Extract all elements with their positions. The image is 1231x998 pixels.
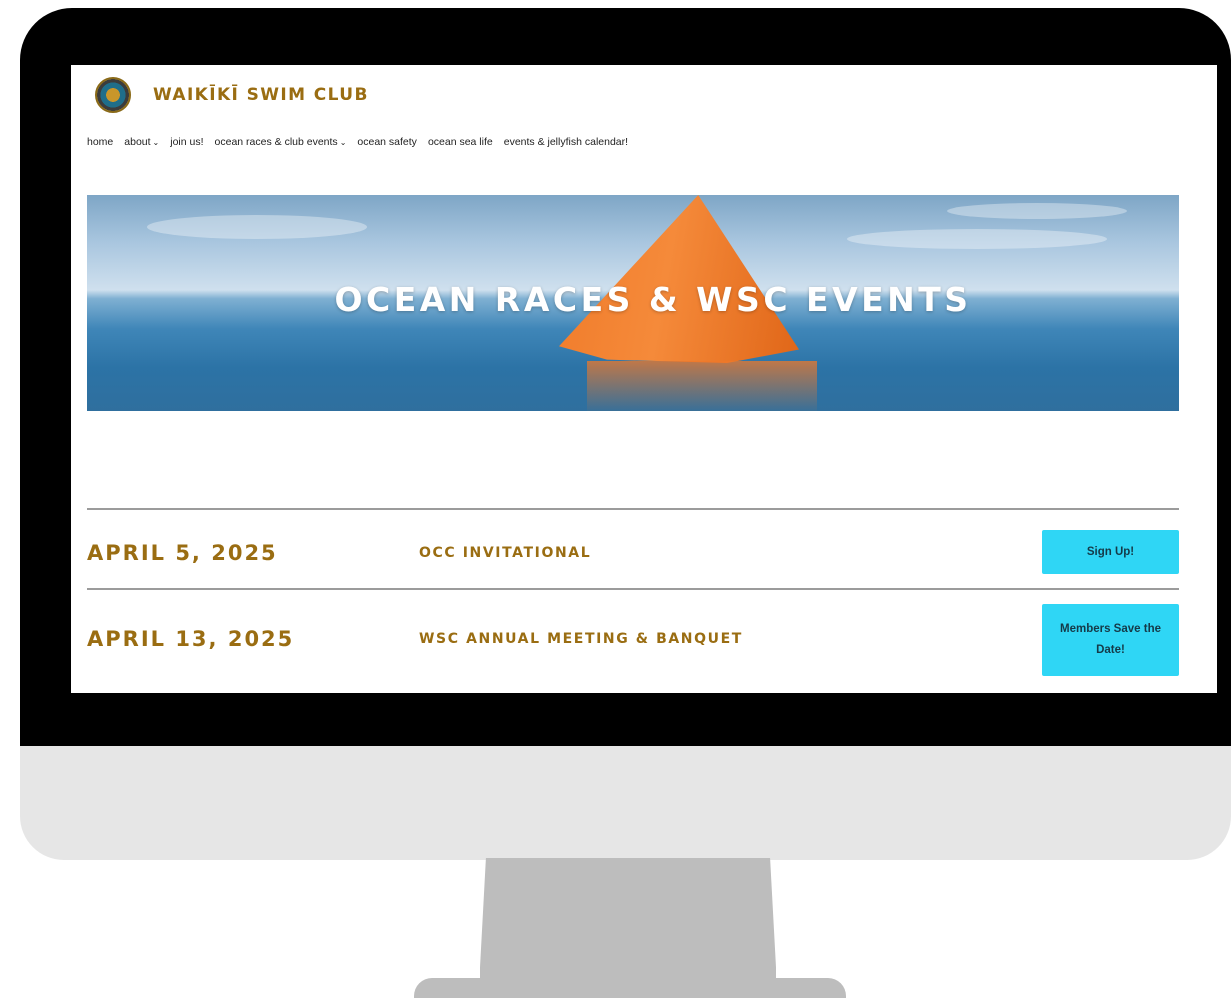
nav-item-label: home [87, 136, 114, 148]
club-logo-icon[interactable] [95, 77, 131, 113]
monitor-chin [20, 746, 1231, 860]
hero-banner: OCEAN RACES & WSC EVENTS [87, 195, 1179, 411]
chevron-down-icon: ⌄ [152, 138, 160, 147]
hero-cloud [947, 203, 1127, 219]
nav-item-ocean-safety[interactable]: ocean safety [357, 136, 417, 148]
nav-item-label: ocean safety [357, 136, 417, 148]
event-date: APRIL 13, 2025 [87, 627, 295, 651]
nav-item-label: join us! [170, 136, 204, 148]
nav-item-calendar[interactable]: events & jellyfish calendar! [504, 136, 628, 148]
site-header: WAIKĪKĪ SWIM CLUB [95, 77, 369, 113]
buoy-image [559, 195, 799, 363]
hero-title: OCEAN RACES & WSC EVENTS [334, 280, 972, 319]
nav-item-ocean-sea-life[interactable]: ocean sea life [428, 136, 493, 148]
nav-item-about[interactable]: about ⌄ [124, 136, 159, 148]
site-title[interactable]: WAIKĪKĪ SWIM CLUB [153, 85, 369, 105]
monitor-stand [480, 858, 776, 998]
main-nav: home about ⌄ join us! ocean races & club … [87, 136, 628, 148]
nav-item-label: ocean sea life [427, 136, 493, 148]
monitor-screen: WAIKĪKĪ SWIM CLUB home about ⌄ join us! o… [71, 65, 1217, 693]
hero-cloud [147, 215, 367, 239]
nav-item-label: about [124, 136, 151, 148]
event-name: OCC INVITATIONAL [419, 545, 592, 561]
nav-item-label: ocean races & club events [214, 136, 338, 148]
nav-item-label: events & jellyfish calendar! [503, 136, 629, 148]
monitor-foot [414, 978, 846, 998]
divider [87, 588, 1179, 590]
hero-cloud [847, 229, 1107, 249]
divider [87, 508, 1179, 510]
buoy-reflection [587, 361, 817, 411]
save-the-date-button[interactable]: Members Save the Date! [1042, 604, 1179, 676]
sign-up-button[interactable]: Sign Up! [1042, 530, 1179, 574]
event-date: APRIL 5, 2025 [87, 541, 278, 565]
event-name: WSC ANNUAL MEETING & BANQUET [419, 631, 743, 647]
chevron-down-icon: ⌄ [339, 138, 347, 147]
nav-item-home[interactable]: home [87, 136, 113, 148]
nav-item-join-us[interactable]: join us! [170, 136, 203, 148]
nav-item-ocean-races[interactable]: ocean races & club events ⌄ [215, 136, 347, 148]
